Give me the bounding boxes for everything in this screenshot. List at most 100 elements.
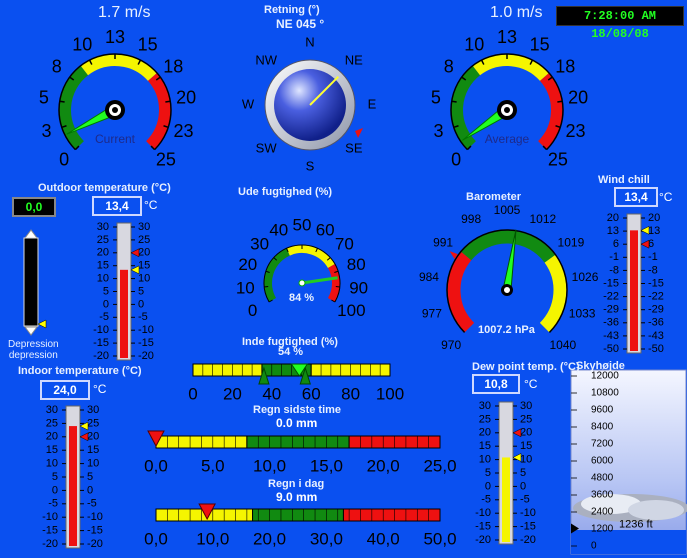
wind-average-tick-label: 15 xyxy=(530,35,550,55)
wind-chill-unit: °C xyxy=(659,190,673,204)
dew-point-scale-left: 25 xyxy=(479,413,491,425)
compass-point-n: N xyxy=(305,34,314,49)
barometer-tick-label: 1026 xyxy=(572,270,599,284)
humidity-out-tick-label: 0 xyxy=(248,301,257,320)
wind-chill-scale-left: -8 xyxy=(609,264,619,276)
barometer-tick-label: 991 xyxy=(433,236,453,250)
humidity-in-tick-label: 40 xyxy=(262,384,281,403)
compass-point-nw: NW xyxy=(255,53,277,68)
wind-current-tick-label: 15 xyxy=(138,35,158,55)
rain-today-tick-label: 10,0 xyxy=(196,529,229,548)
wind-chill-scale-left: 13 xyxy=(607,225,619,237)
dew-point-scale-left: -15 xyxy=(475,521,491,533)
humidity-in-tick-label: 20 xyxy=(223,384,242,403)
wind-chill-fill xyxy=(630,230,638,351)
rain-today-tick-label: 40,0 xyxy=(367,529,400,548)
wind-average-tick-label: 13 xyxy=(497,27,517,47)
cloud-base-scale-label: 2400 xyxy=(591,507,614,518)
wind-current-tick-label: 5 xyxy=(39,87,49,107)
rain-today-zone xyxy=(252,508,344,522)
wind-average-tick-label: 20 xyxy=(568,87,588,107)
dew-point-scale-right: 15 xyxy=(520,440,532,452)
humidity-out-tick-label: 10 xyxy=(236,278,255,297)
wind-chill-level-marker-icon xyxy=(640,225,650,235)
outdoor-temp-scale-left: 0 xyxy=(103,298,109,310)
wind-average-gauge-label: Average xyxy=(485,132,530,146)
indoor-temp-scale-right: 5 xyxy=(87,471,93,483)
humidity-out-red-zone xyxy=(327,264,340,302)
compass-point-s: S xyxy=(306,158,315,173)
dew-point-scale-right: 0 xyxy=(520,480,526,492)
wind-average-tick-label: 8 xyxy=(444,56,454,76)
indoor-temp-scale-right: 25 xyxy=(87,417,99,429)
dew-point-scale-right: 10 xyxy=(520,454,532,466)
dew-point-scale-right: -5 xyxy=(520,494,530,506)
barometer-tick-label: 970 xyxy=(441,338,461,352)
rain-last-hour-tick-label: 20,0 xyxy=(367,456,400,475)
rain-today-title: Regn i dag xyxy=(268,478,325,490)
indoor-temp-scale-left: 10 xyxy=(46,458,58,470)
humidity-in-tick-label: 60 xyxy=(302,384,321,403)
compass-title: Retning (°) xyxy=(264,4,320,16)
humidity-out-tick-label: 40 xyxy=(269,220,288,239)
wind-average-tick-label: 23 xyxy=(565,121,585,141)
wind-average-tick-label: 0 xyxy=(451,150,461,170)
compass-point-w: W xyxy=(242,96,255,111)
wind-current-tick-label: 18 xyxy=(163,56,183,76)
outdoor-temp-scale-left: 5 xyxy=(103,285,109,297)
indoor-temp-scale-right: -10 xyxy=(87,511,103,523)
rain-last-hour-tick-label: 0,0 xyxy=(144,456,168,475)
outdoor-temp-scale-right: -5 xyxy=(138,311,148,323)
barometer-value: 1007.2 hPa xyxy=(478,324,535,336)
wind-current-tick-label: 25 xyxy=(156,150,176,170)
outdoor-humidity-title: Ude fugtighed (%) xyxy=(238,186,333,198)
outdoor-temp-scale-right: 15 xyxy=(138,260,150,272)
compass-point-ne: NE xyxy=(345,53,363,68)
wind-chill-scale-left: 6 xyxy=(613,238,619,250)
outdoor-temp-scale-left: -10 xyxy=(93,324,109,336)
indoor-humidity-value: 54 % xyxy=(278,346,304,358)
outdoor-temp-scale-left: -5 xyxy=(99,311,109,323)
wind-chill-scale-left: -43 xyxy=(603,330,619,342)
wind-current-tick-label: 13 xyxy=(105,27,125,47)
wind-current-tick xyxy=(59,100,65,103)
indoor-temp-scale-right: -15 xyxy=(87,525,103,537)
wind-chill-scale-left: 20 xyxy=(607,212,619,224)
depression-down-icon xyxy=(24,326,38,336)
dew-point-max-marker-icon xyxy=(512,428,522,438)
humidity-in-tick-label: 0 xyxy=(188,384,197,403)
outdoor-temp-level-marker-icon xyxy=(130,265,140,275)
weather-dashboard: 0 3 5 8 10 13 15 18 20 23 25 Current 0 3 5 8 10 13 15 18 20 2… xyxy=(0,0,687,558)
indoor-temp-scale-right: 0 xyxy=(87,484,93,496)
rain-today-tick-label: 20,0 xyxy=(253,529,286,548)
rain-last-hour-tick-label: 10,0 xyxy=(253,456,286,475)
wind-average-tick xyxy=(451,100,457,103)
barometer-tick-label: 977 xyxy=(422,307,442,321)
indoor-temp-scale-left: 20 xyxy=(46,431,58,443)
rain-today-value: 9.0 mm xyxy=(276,490,318,504)
cloud-base-scale-label: 4800 xyxy=(591,473,614,484)
indoor-temp-scale-left: -10 xyxy=(42,511,58,523)
humidity-out-tick-label: 50 xyxy=(293,215,312,234)
dew-point-scale-right: -15 xyxy=(520,521,536,533)
humidity-out-tick-label: 20 xyxy=(238,255,257,274)
rain-last-hour-title: Regn sidste time xyxy=(253,404,342,416)
barometer-tick-label: 998 xyxy=(461,212,481,226)
wind-average-tick-label: 10 xyxy=(464,35,484,55)
humidity-out-tick-label: 90 xyxy=(349,278,368,297)
humidity-out-tick-label: 100 xyxy=(337,301,365,320)
barometer-title: Barometer xyxy=(466,191,522,203)
cloud-base-scale-label: 3600 xyxy=(591,490,614,501)
indoor-temp-scale-left: -20 xyxy=(42,538,58,550)
rain-last-hour-zone xyxy=(246,435,350,449)
indoor-temp-scale-left: 0 xyxy=(52,484,58,496)
wind-average-tick xyxy=(557,100,563,103)
outdoor-temp-scale-right: 30 xyxy=(138,221,150,233)
indoor-temp-value: 24,0 xyxy=(40,380,90,400)
indoor-temp-scale-left: -5 xyxy=(48,498,58,510)
rain-today-zone xyxy=(342,508,441,522)
wind-average-yellow-zone xyxy=(472,54,550,82)
dew-point-scale-right: -20 xyxy=(520,534,536,546)
indoor-temp-scale-right: -20 xyxy=(87,538,103,550)
rain-last-hour-value: 0.0 mm xyxy=(276,416,318,430)
